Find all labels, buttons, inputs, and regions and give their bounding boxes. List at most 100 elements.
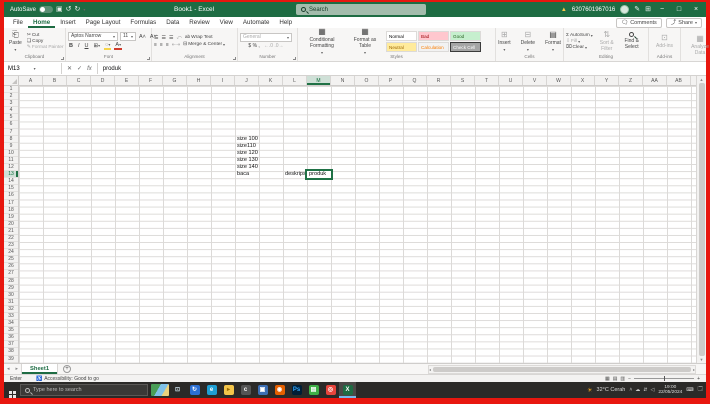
scroll-up-icon[interactable]: ▲ bbox=[700, 77, 704, 82]
column-header-I[interactable]: I bbox=[211, 76, 235, 85]
tab-home[interactable]: Home bbox=[28, 17, 55, 28]
cell-J8[interactable]: size 100 bbox=[235, 136, 258, 143]
hscroll-right-icon[interactable]: ▸ bbox=[693, 367, 695, 372]
sheet-nav-right-icon[interactable]: ▸ bbox=[13, 366, 22, 372]
cell-style-bad[interactable]: Bad bbox=[418, 31, 449, 41]
row-header-7[interactable]: 7 bbox=[4, 129, 18, 136]
row-header-6[interactable]: 6 bbox=[4, 121, 18, 128]
font-name-select[interactable]: Aptos Narrow▾ bbox=[68, 32, 118, 41]
column-header-J[interactable]: J bbox=[235, 76, 259, 85]
chevron-up-icon[interactable]: ˄ bbox=[629, 387, 632, 393]
scroll-down-icon[interactable]: ▼ bbox=[700, 357, 704, 362]
column-header-A[interactable]: A bbox=[19, 76, 43, 85]
format-painter-button[interactable]: ✎Format Painter bbox=[27, 45, 64, 50]
zoom-in-icon[interactable]: + bbox=[697, 376, 700, 382]
row-header-2[interactable]: 2 bbox=[4, 93, 18, 100]
cell-style-good[interactable]: Good bbox=[450, 31, 481, 41]
cell-style-neutral[interactable]: Neutral bbox=[386, 42, 417, 52]
name-box[interactable]: M13 ▾ bbox=[4, 63, 62, 74]
cell-L13[interactable]: deskripsi bbox=[283, 171, 307, 178]
cell-J12[interactable]: size 140 bbox=[235, 164, 258, 171]
fill-button[interactable]: ⇩Fill▾ bbox=[566, 39, 593, 44]
taskbar-clock[interactable]: 19:0022/05/2024 bbox=[658, 385, 682, 395]
comments-button[interactable]: 🗨Comments bbox=[616, 18, 662, 28]
clipboard-dialog-launcher[interactable] bbox=[61, 57, 64, 60]
row-header-9[interactable]: 9 bbox=[4, 143, 18, 150]
column-header-V[interactable]: V bbox=[523, 76, 547, 85]
column-header-R[interactable]: R bbox=[427, 76, 451, 85]
bold-button[interactable]: B bbox=[68, 43, 74, 49]
row-header-29[interactable]: 29 bbox=[4, 285, 18, 292]
currency-icon[interactable]: $ % , bbox=[248, 43, 259, 49]
row-header-38[interactable]: 38 bbox=[4, 348, 18, 355]
row-header-1[interactable]: 1 bbox=[4, 86, 18, 93]
cloud-icon[interactable]: ☁ bbox=[635, 387, 640, 393]
vscroll-thumb[interactable] bbox=[699, 83, 705, 356]
column-header-S[interactable]: S bbox=[451, 76, 475, 85]
column-header-D[interactable]: D bbox=[91, 76, 115, 85]
confirm-entry-icon[interactable]: ✓ bbox=[77, 65, 82, 72]
search-input[interactable]: Search bbox=[296, 4, 426, 15]
row-header-19[interactable]: 19 bbox=[4, 214, 18, 221]
select-all-corner[interactable] bbox=[4, 76, 19, 86]
row-header-11[interactable]: 11 bbox=[4, 157, 18, 164]
row-header-10[interactable]: 10 bbox=[4, 150, 18, 157]
photoshop-icon[interactable]: Ps bbox=[288, 382, 305, 398]
cell-J9[interactable]: size110 bbox=[235, 143, 256, 150]
horizontal-scrollbar[interactable]: ◂ ▸ bbox=[428, 365, 696, 374]
column-header-U[interactable]: U bbox=[499, 76, 523, 85]
font-size-select[interactable]: 11▾ bbox=[120, 32, 136, 41]
row-header-30[interactable]: 30 bbox=[4, 292, 18, 299]
cancel-entry-icon[interactable]: ✕ bbox=[67, 65, 72, 72]
row-header-28[interactable]: 28 bbox=[4, 278, 18, 285]
copy-button[interactable]: ❏Copy bbox=[27, 39, 64, 44]
edge-icon[interactable]: e bbox=[203, 382, 220, 398]
row-header-32[interactable]: 32 bbox=[4, 306, 18, 313]
network-icon[interactable]: ⇵ bbox=[643, 387, 647, 393]
row-header-23[interactable]: 23 bbox=[4, 242, 18, 249]
row-header-34[interactable]: 34 bbox=[4, 320, 18, 327]
row-header-35[interactable]: 35 bbox=[4, 327, 18, 334]
paste-button[interactable]: ⎗ Paste▾ bbox=[6, 29, 25, 53]
insert-cells-button[interactable]: ⊞Insert▾ bbox=[495, 29, 514, 53]
addins-button[interactable]: ⊡Add-ins bbox=[653, 29, 676, 53]
avatar[interactable] bbox=[620, 5, 629, 14]
column-header-G[interactable]: G bbox=[163, 76, 187, 85]
page-break-view-icon[interactable]: ▥ bbox=[620, 376, 625, 382]
column-header-F[interactable]: F bbox=[139, 76, 163, 85]
italic-button[interactable]: I bbox=[77, 43, 81, 49]
row-header-15[interactable]: 15 bbox=[4, 185, 18, 192]
tab-help[interactable]: Help bbox=[274, 17, 297, 28]
underline-button[interactable]: U bbox=[84, 43, 90, 49]
column-header-Q[interactable]: Q bbox=[403, 76, 427, 85]
redo-icon[interactable]: ↻ bbox=[75, 2, 81, 17]
autosum-button[interactable]: ΣAutoSum▾ bbox=[566, 33, 593, 38]
tab-file[interactable]: File bbox=[8, 17, 28, 28]
row-header-22[interactable]: 22 bbox=[4, 235, 18, 242]
decimal-icons[interactable]: ←.0 .0→ bbox=[264, 43, 284, 49]
column-header-M[interactable]: M bbox=[307, 76, 331, 85]
taskbar-search-input[interactable]: Type here to search bbox=[20, 384, 148, 396]
tab-page-layout[interactable]: Page Layout bbox=[81, 17, 126, 28]
row-header-5[interactable]: 5 bbox=[4, 114, 18, 121]
row-header-36[interactable]: 36 bbox=[4, 334, 18, 341]
save-icon[interactable]: ▣ bbox=[56, 2, 63, 17]
column-header-O[interactable]: O bbox=[355, 76, 379, 85]
sheet-tab-sheet1[interactable]: Sheet1 bbox=[21, 364, 58, 374]
ribbon-options-icon[interactable]: ⊞ bbox=[645, 2, 651, 17]
column-header-Z[interactable]: Z bbox=[619, 76, 643, 85]
excel-icon[interactable]: X bbox=[339, 382, 356, 398]
align-center-icon[interactable]: ≡ bbox=[160, 42, 163, 48]
clear-button[interactable]: ⌧Clear▾ bbox=[566, 45, 593, 50]
app-icon-gray[interactable]: c bbox=[237, 382, 254, 398]
row-header-14[interactable]: 14 bbox=[4, 178, 18, 185]
increase-font-icon[interactable]: A˄ bbox=[138, 34, 147, 40]
row-header-3[interactable]: 3 bbox=[4, 100, 18, 107]
row-header-39[interactable]: 39 bbox=[4, 356, 18, 363]
row-header-21[interactable]: 21 bbox=[4, 228, 18, 235]
column-header-AA[interactable]: AA bbox=[643, 76, 667, 85]
row-header-37[interactable]: 37 bbox=[4, 341, 18, 348]
column-header-N[interactable]: N bbox=[331, 76, 355, 85]
row-header-4[interactable]: 4 bbox=[4, 107, 18, 114]
align-left-icon[interactable]: ≡ bbox=[154, 42, 157, 48]
